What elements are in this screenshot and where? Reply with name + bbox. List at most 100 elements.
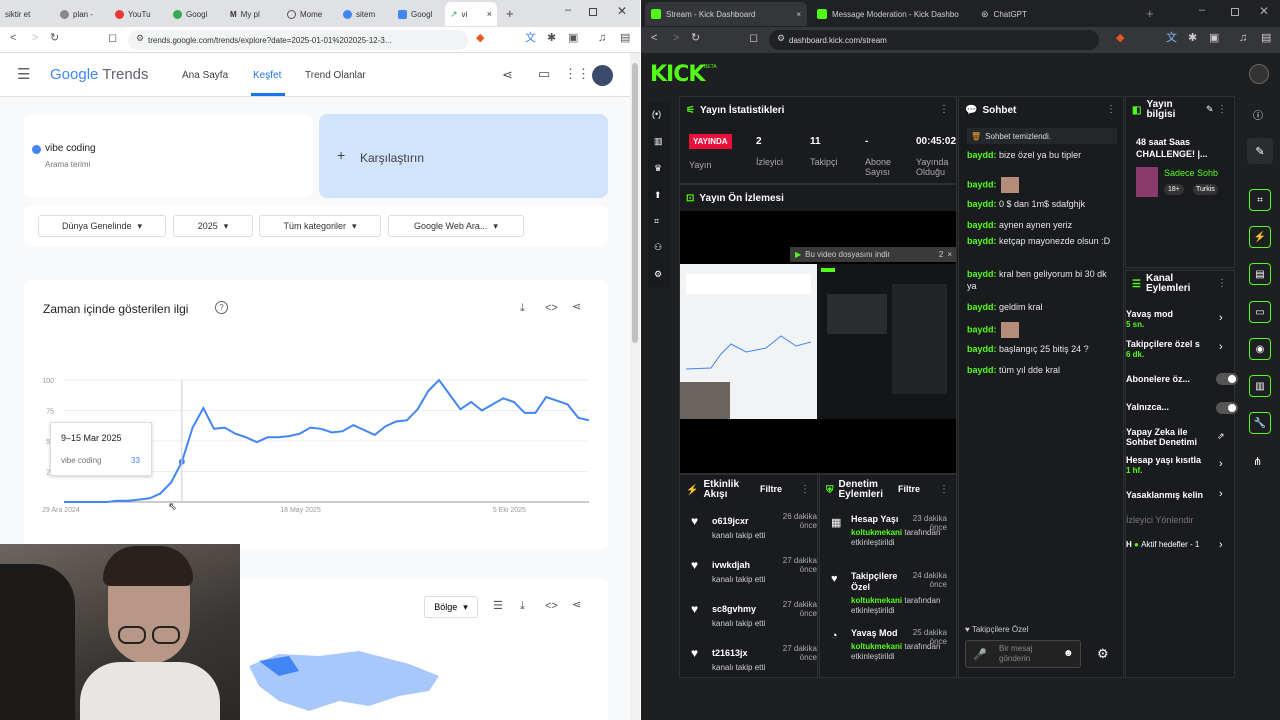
media-icon[interactable]: ♫: [598, 33, 606, 44]
share-icon[interactable]: ⋔: [1253, 455, 1262, 468]
followers-only-row[interactable]: Takipçilere özel s6 dk.: [1126, 339, 1211, 359]
notes-button[interactable]: ▤: [1249, 263, 1271, 285]
tab-sitemap[interactable]: sitem: [338, 2, 393, 26]
reload-icon[interactable]: ↻: [50, 33, 59, 44]
moderation-filter-button[interactable]: Filtre: [898, 484, 920, 494]
more-icon[interactable]: ⋮: [939, 484, 949, 495]
extensions-icon[interactable]: ✱: [547, 33, 556, 44]
apps-icon[interactable]: ⋮⋮: [564, 67, 590, 80]
screenshot-icon[interactable]: ▣: [1209, 33, 1219, 44]
new-tab-button[interactable]: +: [506, 6, 514, 21]
more-icon[interactable]: ⋮: [939, 104, 949, 115]
edit-icon[interactable]: ✎: [1206, 104, 1214, 115]
download-icon[interactable]: ⤓: [520, 303, 525, 314]
tab-message-moderation[interactable]: Message Moderation - Kick Dashbo: [811, 2, 971, 26]
translate-icon[interactable]: 文: [1166, 33, 1177, 44]
url-field[interactable]: ⚙ trends.google.com/trends/explore?date=…: [128, 30, 468, 50]
nav-explore[interactable]: Keşfet: [253, 70, 281, 81]
moderation-by[interactable]: koltukmekani: [851, 596, 902, 605]
activity-filter-button[interactable]: Filtre: [760, 484, 782, 494]
share-icon[interactable]: ⋖: [572, 302, 581, 313]
bookmark-icon[interactable]: ◻: [749, 33, 758, 44]
download-icon[interactable]: ⤓: [520, 601, 525, 612]
activity-user[interactable]: o619jcxr: [712, 516, 749, 526]
mic-icon[interactable]: 🎤: [973, 648, 987, 661]
slow-mode-row[interactable]: Yavaş mod 5 sn.: [1126, 309, 1173, 329]
brave-icon[interactable]: ◆: [476, 33, 484, 44]
tab-youtube[interactable]: YouTu: [110, 2, 165, 26]
chevron-right-icon[interactable]: ›: [1219, 539, 1223, 551]
tab-moment[interactable]: Mome: [282, 2, 337, 26]
chat-username[interactable]: baydd:: [967, 324, 997, 334]
tab-siktir-et[interactable]: siktir et: [0, 2, 48, 26]
moderation-by[interactable]: koltukmekani: [851, 528, 902, 537]
url-field[interactable]: ⚙ dashboard.kick.com/stream: [769, 30, 1099, 50]
share-icon[interactable]: ⋖: [502, 68, 513, 81]
clip-button[interactable]: ⌗: [1249, 189, 1271, 211]
more-icon[interactable]: ⋮: [1217, 278, 1227, 289]
raid-row[interactable]: İzleyici Yönlendir: [1126, 515, 1193, 525]
window-close-icon[interactable]: ✕: [617, 4, 627, 18]
goals-row[interactable]: H ● Aktif hedefler - 1: [1126, 540, 1199, 549]
upload-icon[interactable]: ⬆: [654, 190, 662, 201]
bookmark-icon[interactable]: ◻: [108, 33, 117, 44]
forward-icon[interactable]: >: [32, 33, 38, 44]
search-type-filter[interactable]: Google Web Ara... ▾: [388, 215, 524, 237]
chat-username[interactable]: baydd:: [967, 150, 997, 160]
ai-moderation-row[interactable]: Yapay Zeka ile Sohbet Denetimi: [1126, 427, 1208, 447]
broadcast-icon[interactable]: (•): [652, 109, 661, 119]
chevron-right-icon[interactable]: ›: [1219, 458, 1223, 470]
subs-only-row[interactable]: Abonelere öz...: [1126, 374, 1190, 384]
banned-words-row[interactable]: Yasaklanmış kelin: [1126, 490, 1211, 500]
activity-user[interactable]: sc8gvhmy: [712, 604, 756, 614]
clip-icon[interactable]: ⌗: [654, 216, 659, 227]
chat-username[interactable]: baydd:: [967, 179, 997, 189]
moderation-by[interactable]: koltukmekani: [851, 642, 902, 651]
translate-icon[interactable]: 文: [525, 33, 536, 44]
users-icon[interactable]: ⚇: [654, 242, 662, 253]
emoji-icon[interactable]: ☻: [1063, 648, 1074, 659]
sidebar-icon[interactable]: ▤: [1261, 33, 1271, 44]
window-close-icon[interactable]: ✕: [1259, 4, 1269, 18]
external-link-icon[interactable]: ⇗: [1217, 431, 1225, 442]
feedback-icon[interactable]: ▭: [538, 67, 550, 80]
tab-google-trends[interactable]: ↗ vi ×: [445, 2, 497, 26]
chat-username[interactable]: baydd:: [967, 344, 997, 354]
back-icon[interactable]: <: [651, 33, 657, 44]
maximize-icon[interactable]: [1231, 8, 1239, 16]
broadcast-button[interactable]: ◉: [1249, 338, 1271, 360]
chat-username[interactable]: baydd:: [967, 269, 997, 279]
trophy-icon[interactable]: ♛: [654, 163, 662, 174]
media-icon[interactable]: ♫: [1239, 33, 1247, 44]
minimize-icon[interactable]: –: [1199, 4, 1205, 16]
only-toggle[interactable]: [1216, 402, 1238, 414]
scrollbar[interactable]: [630, 53, 640, 720]
tab-kick-stream[interactable]: Stream - Kick Dashboard ×: [645, 2, 807, 26]
bolt-button[interactable]: ⚡: [1249, 226, 1271, 248]
user-avatar[interactable]: [1249, 64, 1269, 84]
close-icon[interactable]: ×: [796, 10, 801, 19]
menu-icon[interactable]: ☰: [17, 67, 30, 82]
share-icon[interactable]: ⋖: [572, 600, 581, 611]
video-preview[interactable]: ▶ Bu video dosyasını indir 2 ×: [680, 211, 956, 473]
chat-button[interactable]: ▭: [1249, 301, 1271, 323]
maximize-icon[interactable]: [589, 8, 597, 16]
tab-google-1[interactable]: Googl: [168, 2, 223, 26]
nav-trending[interactable]: Trend Olanlar: [305, 70, 366, 81]
compare-card[interactable]: + Karşılaştırın: [319, 114, 608, 198]
wrench-button[interactable]: 🔧: [1249, 412, 1271, 434]
more-icon[interactable]: ⋮: [800, 484, 810, 495]
chevron-right-icon[interactable]: ›: [1219, 312, 1223, 324]
sidebar-icon[interactable]: ▤: [620, 33, 630, 44]
chat-username[interactable]: baydd:: [967, 199, 997, 209]
embed-icon[interactable]: <>: [545, 303, 558, 314]
forward-icon[interactable]: >: [673, 33, 679, 44]
info-icon[interactable]: ⓘ: [1253, 107, 1263, 122]
region-filter[interactable]: Dünya Genelinde ▾: [38, 215, 166, 237]
nav-home[interactable]: Ana Sayfa: [182, 70, 228, 81]
activity-user[interactable]: t21613jx: [712, 648, 748, 658]
stats-icon[interactable]: ▥: [654, 136, 663, 147]
settings-icon[interactable]: ⚙: [654, 269, 662, 280]
category-name[interactable]: Sadece Sohb: [1164, 168, 1218, 178]
google-trends-logo[interactable]: Google Trends: [50, 66, 149, 83]
